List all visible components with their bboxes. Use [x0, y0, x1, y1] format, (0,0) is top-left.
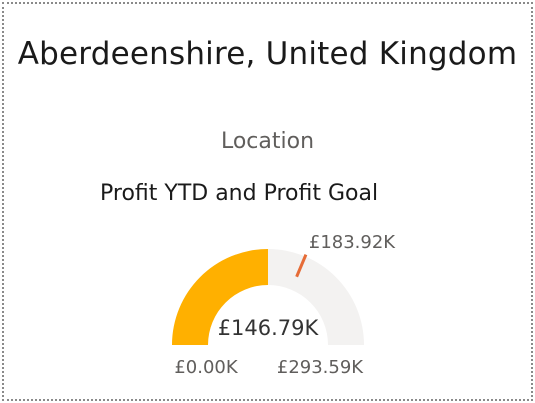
- gauge-min-label: £0.00K: [174, 357, 239, 378]
- gauge-value-label: £146.79K: [218, 316, 320, 340]
- profit-gauge: £146.79K £0.00K £293.59K £183.92K: [172, 232, 396, 378]
- gauge-target-label: £183.92K: [309, 232, 396, 253]
- gauge-max-label: £293.59K: [277, 357, 364, 378]
